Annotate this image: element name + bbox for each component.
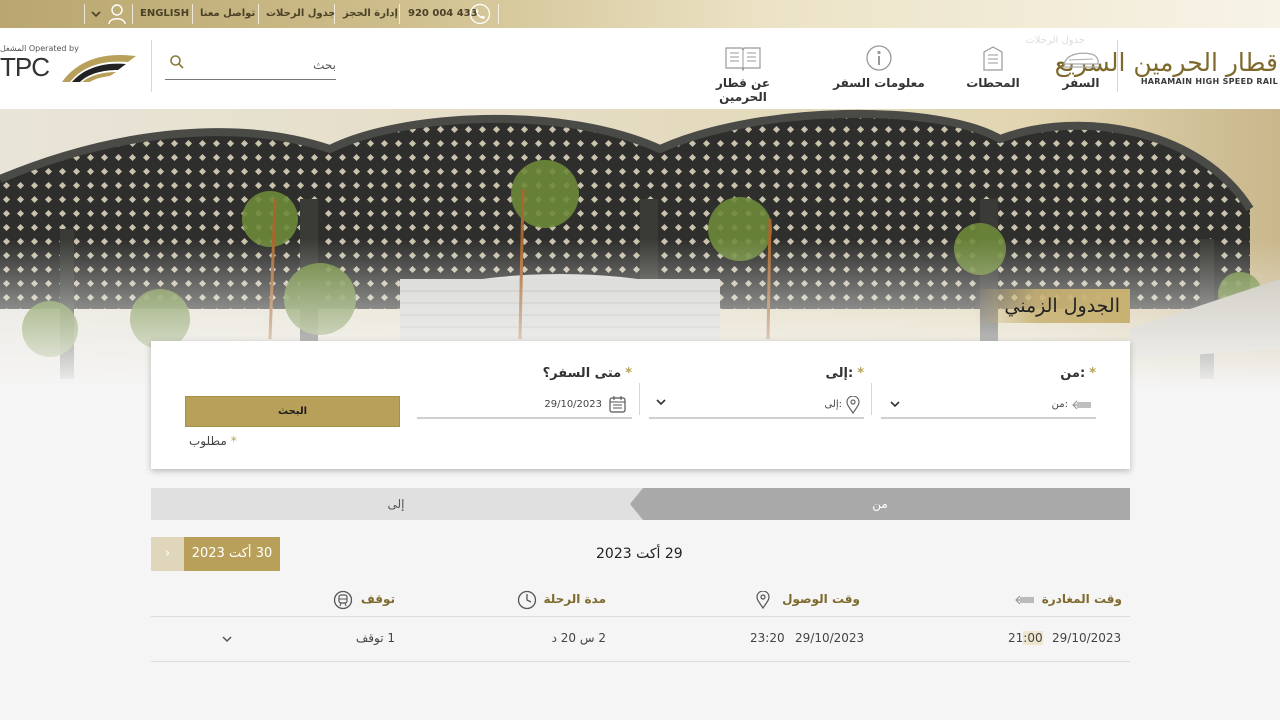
tpc-logo-mark bbox=[62, 55, 136, 82]
required-note: *مطلوب bbox=[189, 434, 237, 448]
stops-count: 1 توقف bbox=[355, 631, 395, 645]
search-button[interactable]: البحث bbox=[185, 396, 400, 427]
to-label: *:إلى bbox=[825, 366, 864, 381]
top-bar: ENGLISH تواصل معنا جدول الرحلات إدارة ال… bbox=[0, 0, 1280, 28]
nav-about-label: عن قطار الحرمين bbox=[715, 76, 771, 104]
search-icon[interactable] bbox=[169, 54, 185, 70]
calendar-icon bbox=[609, 396, 626, 413]
arrival-date: 29/10/2023 bbox=[795, 631, 865, 645]
tab-from[interactable]: من bbox=[630, 488, 1130, 520]
train-front-icon bbox=[333, 590, 353, 610]
next-day-button[interactable]: 30 أكت 2023 bbox=[184, 537, 280, 571]
timetable-link[interactable]: جدول الرحلات bbox=[266, 0, 336, 28]
station-icon bbox=[983, 46, 1003, 71]
nav-travel[interactable]: السفر bbox=[1056, 44, 1106, 96]
nav-stations-label: المحطات bbox=[966, 76, 1020, 90]
when-label: *متى السفر؟ bbox=[542, 366, 632, 381]
tpc-logo: TPC bbox=[0, 52, 50, 82]
trip-duration: 2 س 20 د bbox=[551, 631, 606, 645]
location-pin-icon bbox=[756, 591, 770, 609]
chevron-down-icon[interactable] bbox=[655, 397, 667, 407]
departure-date: 29/10/2023 bbox=[1052, 631, 1122, 645]
header-stops: توقف bbox=[360, 592, 395, 606]
header-duration: مدة الرحلة bbox=[543, 592, 606, 606]
language-link[interactable]: ENGLISH bbox=[140, 0, 189, 28]
date-value: 29/10/2023 bbox=[544, 399, 602, 410]
train-icon bbox=[1063, 52, 1099, 68]
info-icon bbox=[866, 45, 892, 71]
chevron-down-icon[interactable] bbox=[889, 399, 901, 409]
nav-travel-info-label: معلومات السفر bbox=[833, 76, 925, 90]
chevron-right-icon[interactable]: › bbox=[151, 537, 184, 571]
user-icon[interactable] bbox=[108, 3, 126, 25]
next-day-nav: › 30 أكت 2023 bbox=[151, 537, 280, 571]
nav-travel-label: السفر bbox=[1062, 76, 1100, 90]
from-label: *:من bbox=[1060, 366, 1096, 381]
search-box bbox=[165, 52, 336, 80]
book-icon bbox=[725, 47, 761, 72]
phone-icon bbox=[469, 3, 491, 25]
to-select[interactable]: :إلى bbox=[649, 391, 864, 419]
manage-booking-link[interactable]: إدارة الحجز bbox=[343, 0, 398, 28]
date-picker[interactable]: 29/10/2023 bbox=[417, 391, 632, 419]
header-departure: وقت المغادرة bbox=[1041, 592, 1122, 606]
from-placeholder: :من bbox=[1051, 399, 1068, 410]
current-date: 29 أكت 2023 bbox=[596, 546, 683, 562]
arrival-time: 23:20 bbox=[750, 631, 785, 645]
arrow-left-icon bbox=[1015, 595, 1034, 605]
header-arrival: وقت الوصول bbox=[782, 592, 860, 606]
page-title: الجدول الزمني bbox=[974, 289, 1130, 323]
from-select[interactable]: :من bbox=[881, 391, 1096, 419]
nav-about[interactable]: عن قطار الحرمين bbox=[690, 44, 796, 104]
tab-to[interactable]: إلى bbox=[151, 488, 641, 520]
arrow-left-icon bbox=[1072, 400, 1091, 410]
chevron-down-icon[interactable] bbox=[91, 10, 101, 18]
timetable-search-form: *:من :من *:إلى :إلى *متى السفر؟ 29/10/20… bbox=[151, 341, 1130, 469]
contact-link[interactable]: تواصل معنا bbox=[200, 0, 255, 28]
haramain-logo-en: HARAMAIN HIGH SPEED RAIL bbox=[1140, 77, 1278, 86]
departure-time: 21:00 bbox=[1008, 631, 1043, 645]
clock-icon bbox=[517, 590, 537, 610]
nav-stations[interactable]: المحطات bbox=[962, 44, 1024, 96]
nav-travel-info[interactable]: معلومات السفر bbox=[830, 44, 928, 96]
to-placeholder: :إلى bbox=[824, 399, 842, 410]
location-pin-icon bbox=[846, 396, 860, 414]
phone-number[interactable]: 920 004 433 bbox=[408, 0, 478, 28]
search-input[interactable] bbox=[185, 52, 336, 78]
direction-tabs: إلى من bbox=[151, 488, 1130, 520]
chevron-down-icon[interactable] bbox=[221, 634, 233, 644]
